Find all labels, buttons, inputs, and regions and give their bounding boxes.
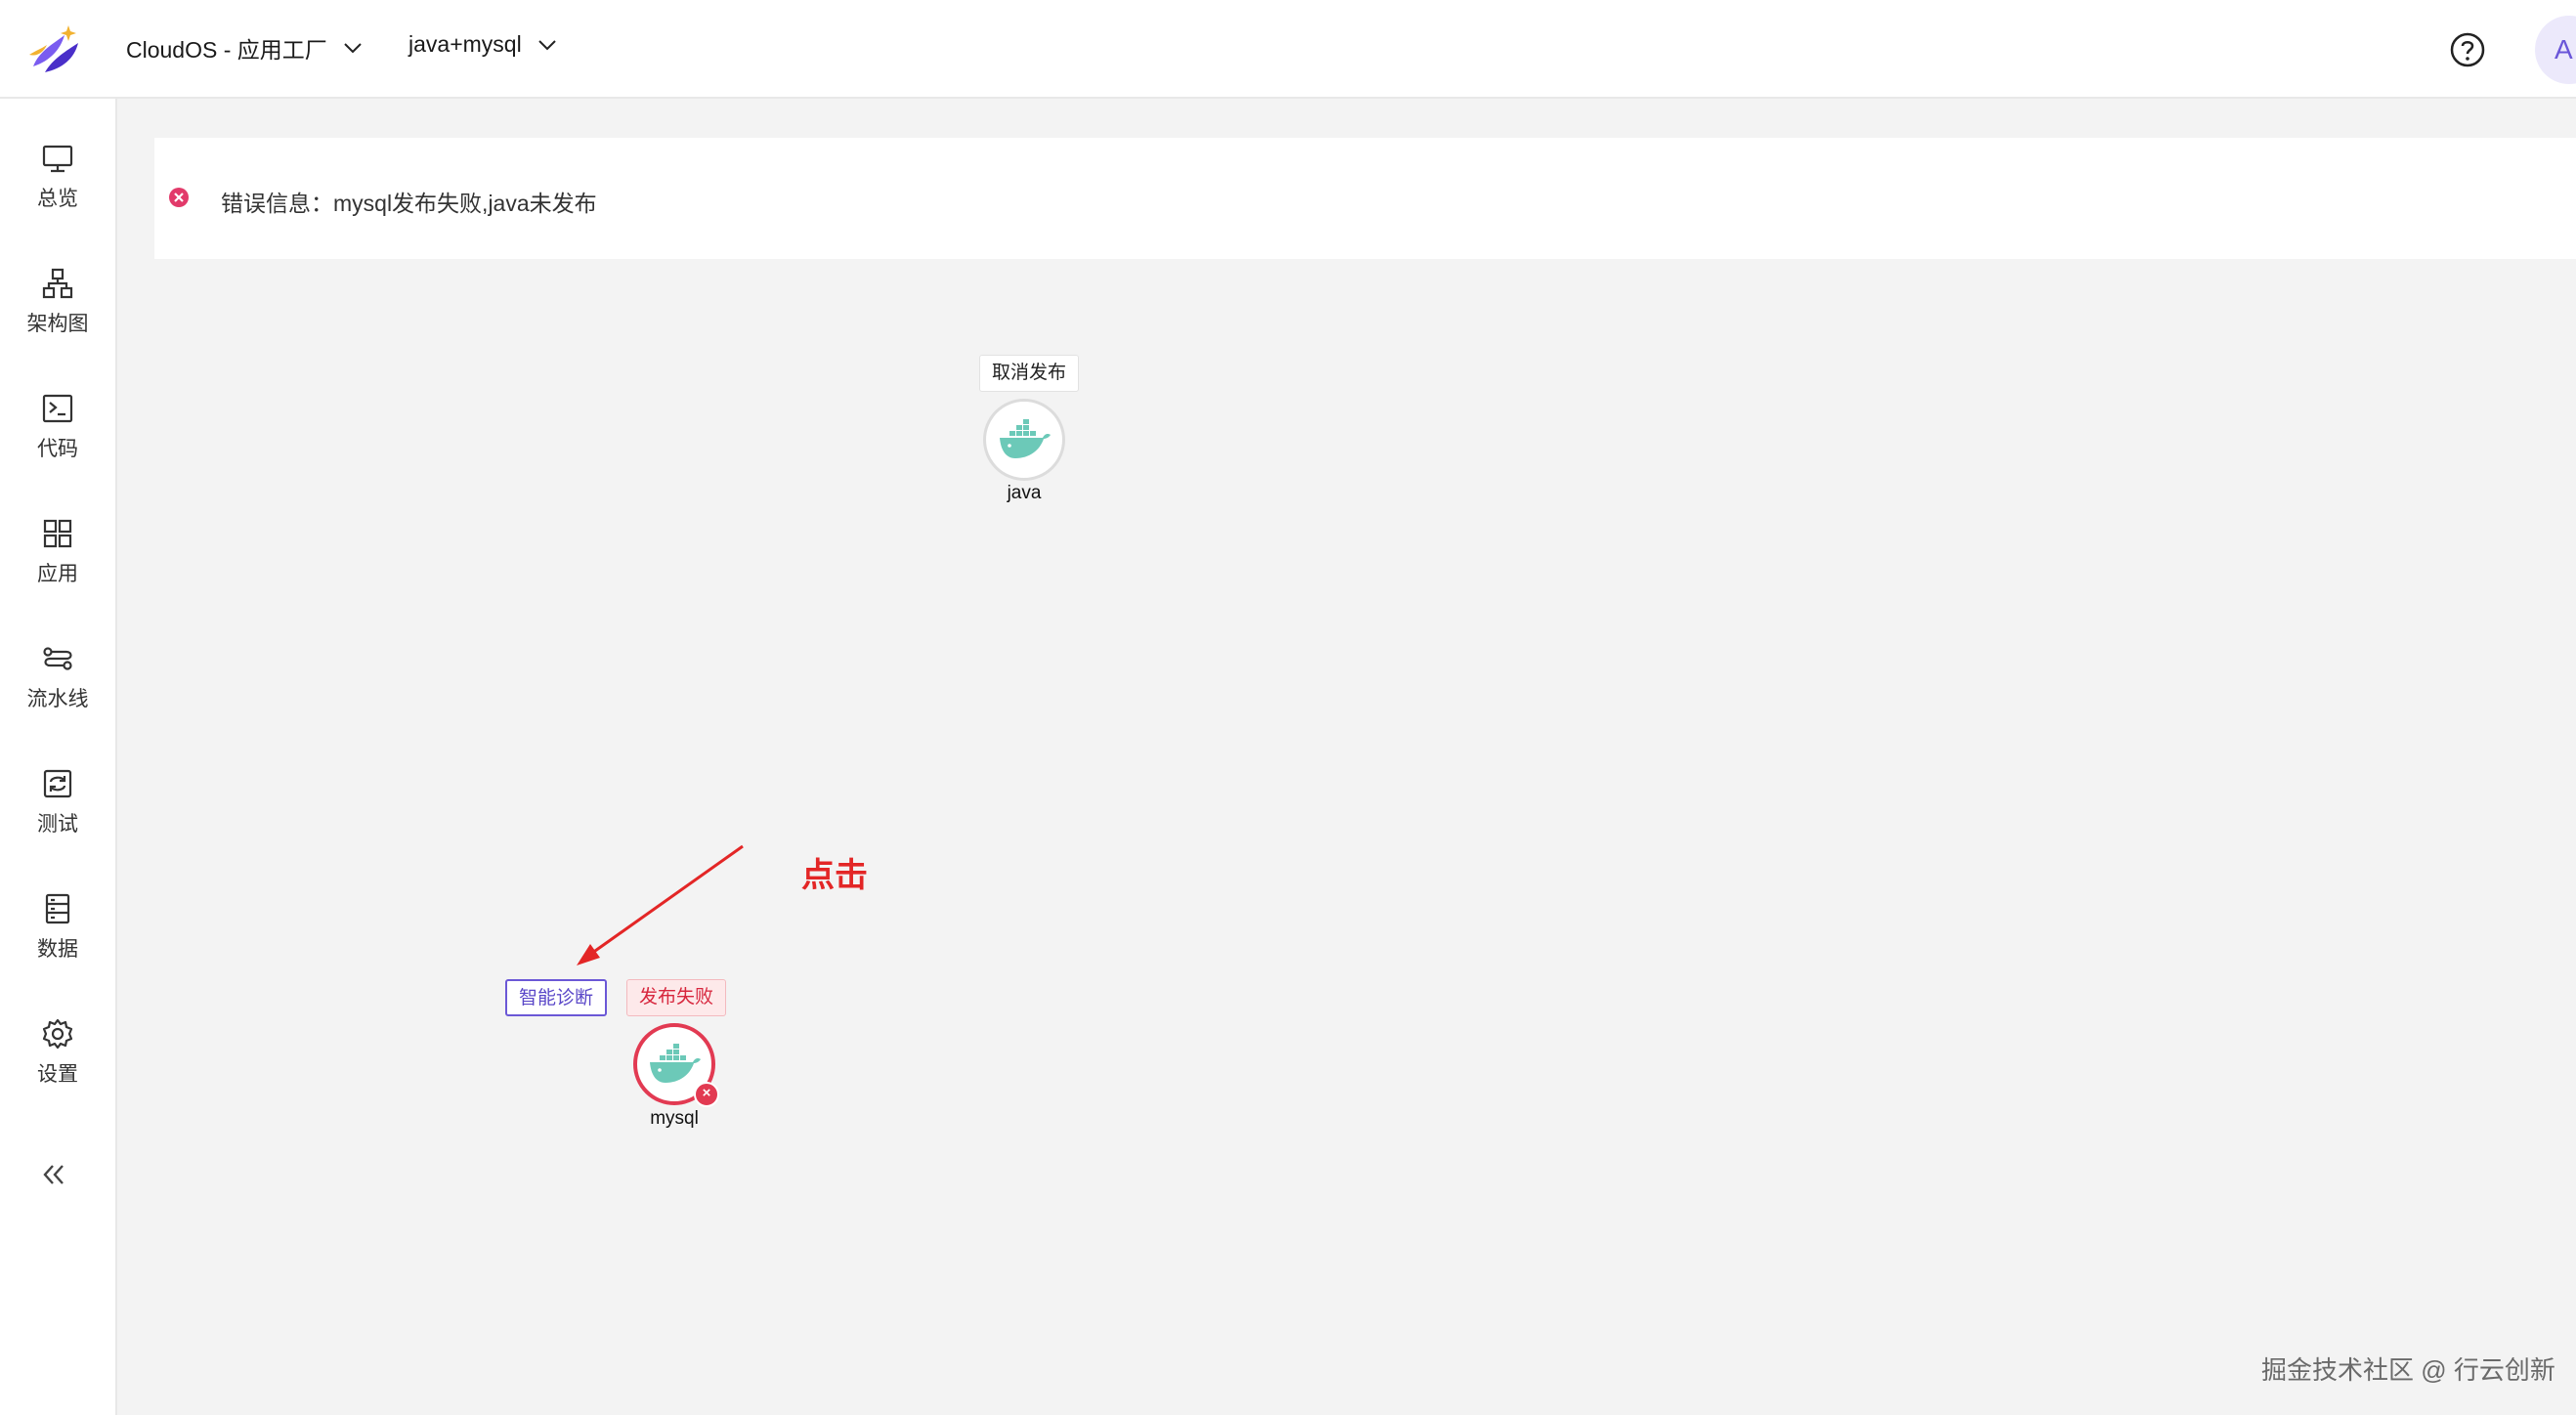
watermark: 掘金技术社区 @ 行云创新 <box>2261 1355 2555 1385</box>
annotation-text: 点击 <box>801 857 868 894</box>
annotation-arrow <box>577 844 744 965</box>
